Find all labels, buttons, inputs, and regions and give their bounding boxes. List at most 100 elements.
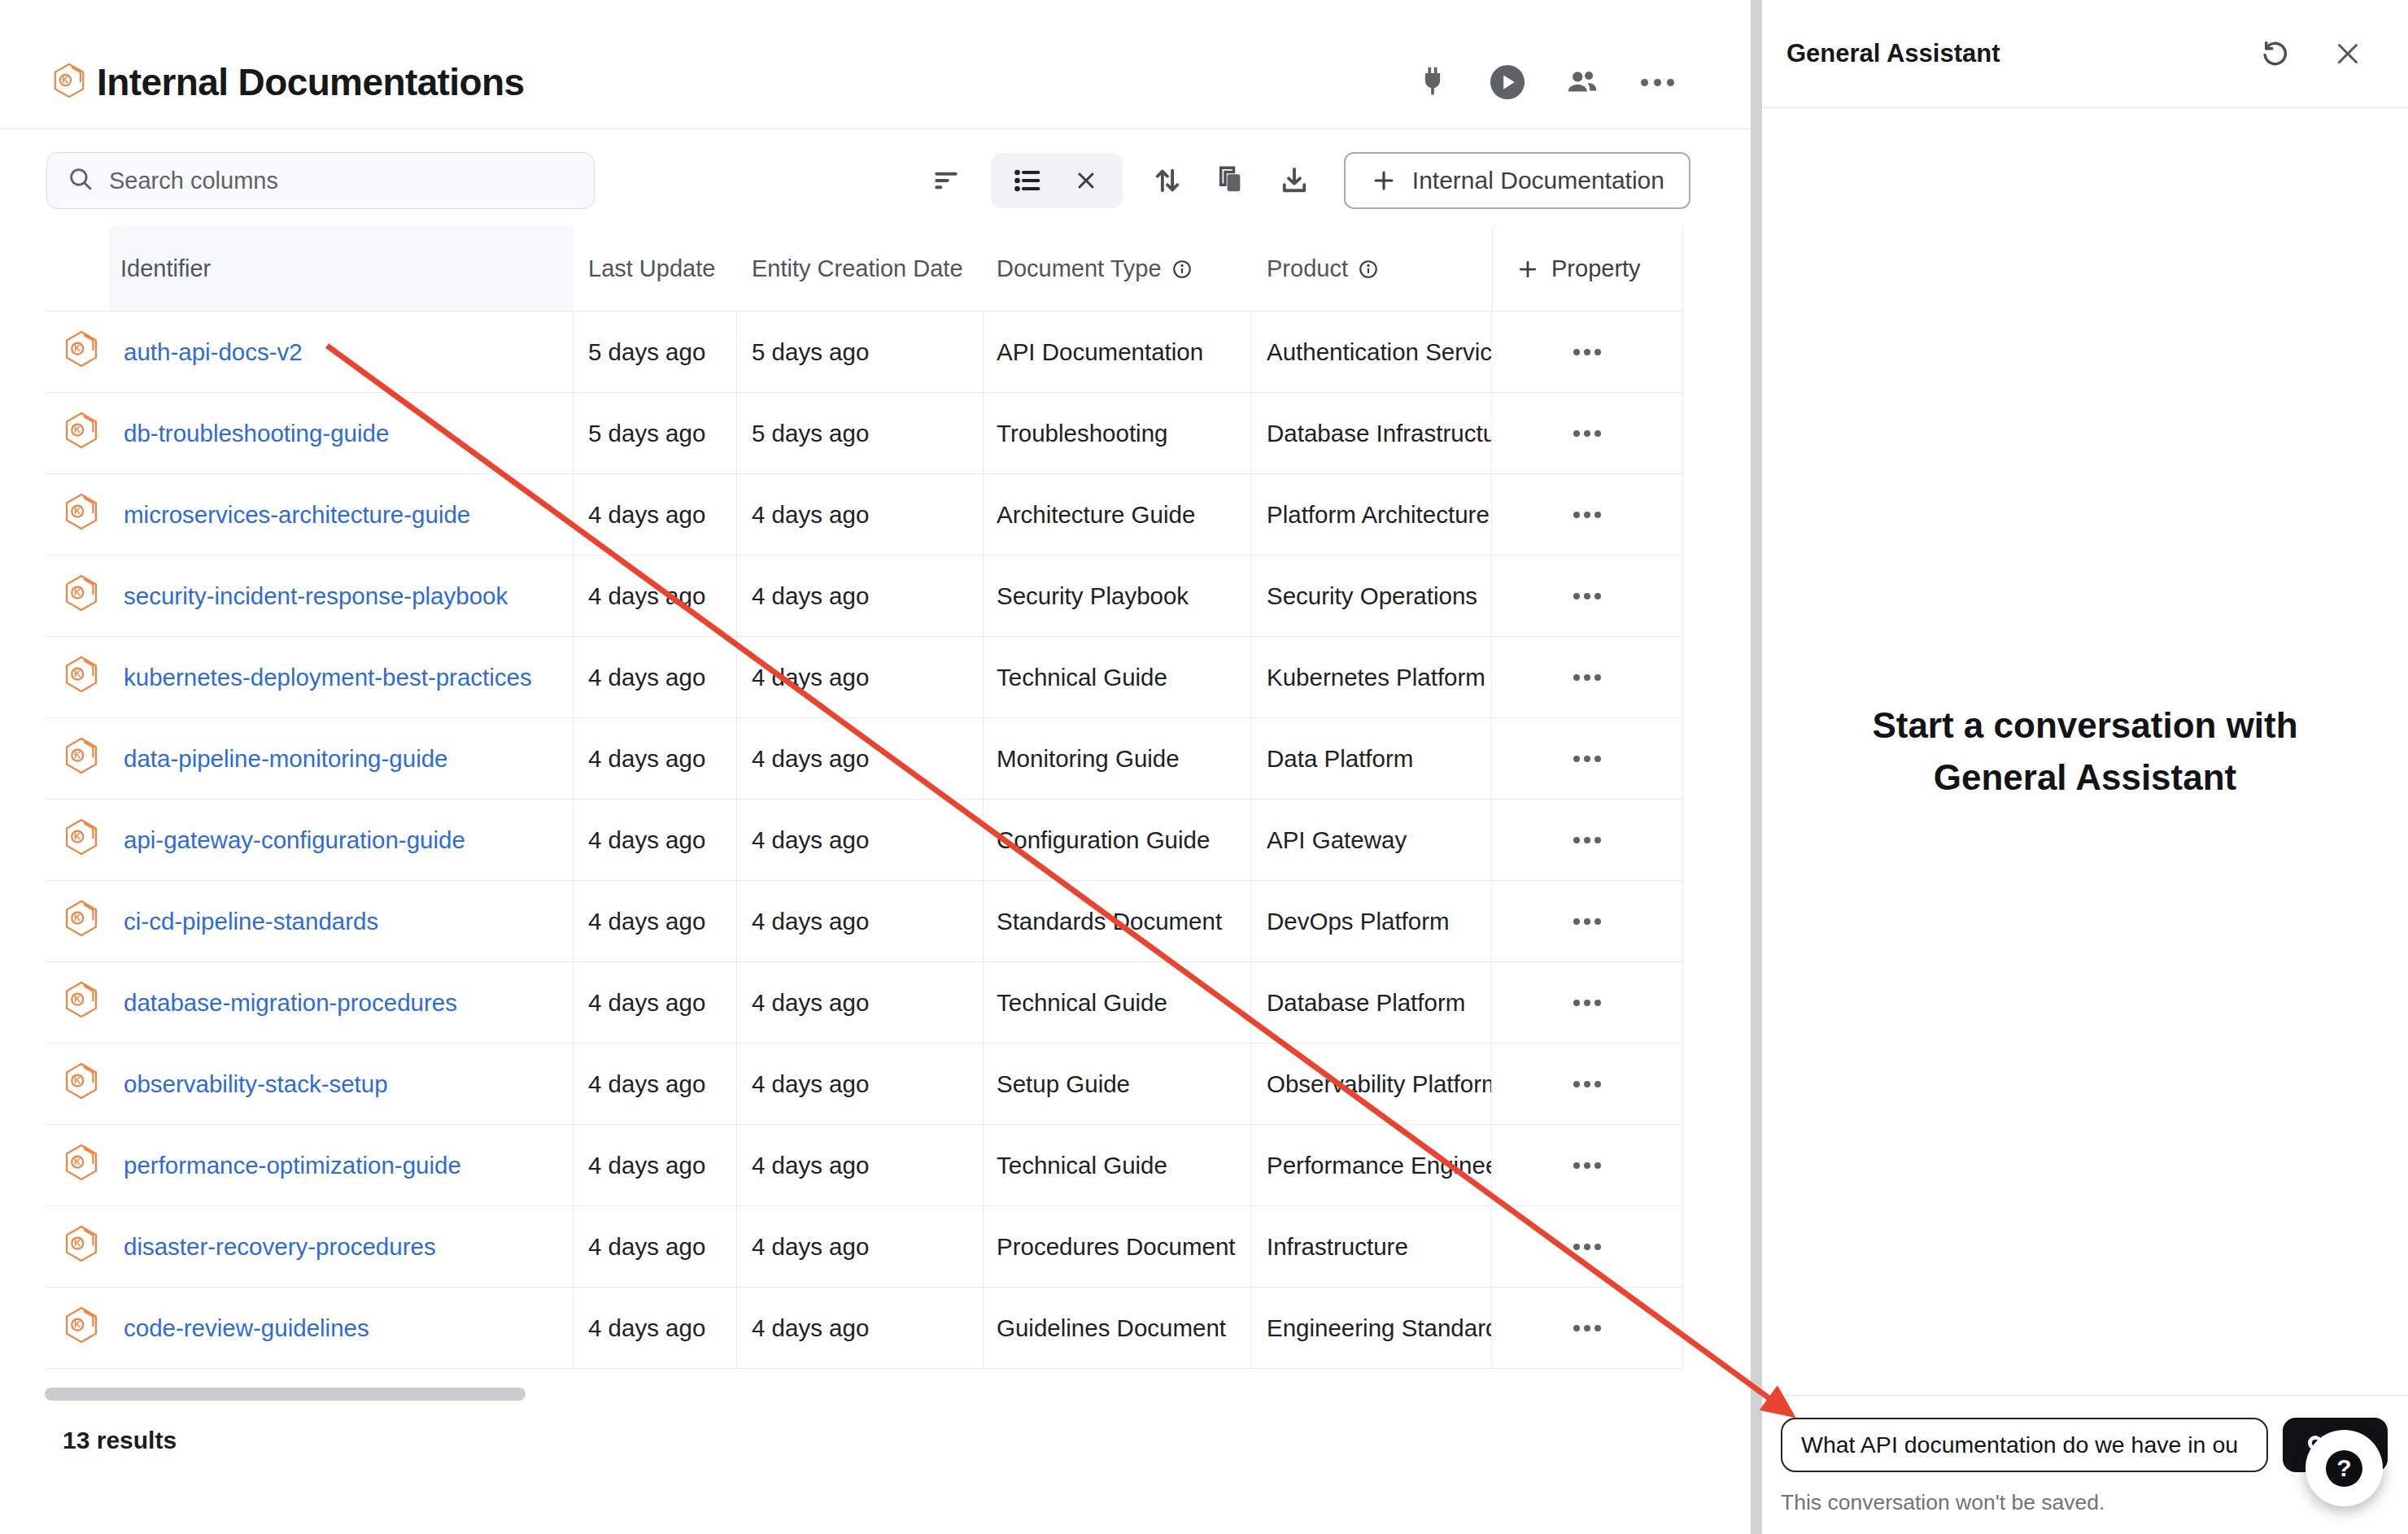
last-update-cell: 4 days ago (574, 1044, 737, 1124)
row-actions-button[interactable] (1492, 962, 1683, 1043)
identifier-link[interactable]: api-gateway-configuration-guide (124, 826, 465, 854)
row-actions-button[interactable] (1492, 1125, 1683, 1205)
add-internal-documentation-button[interactable]: Internal Documentation (1344, 152, 1690, 209)
product-cell: Authentication Service (1251, 312, 1492, 392)
identifier-link[interactable]: code-review-guidelines (124, 1314, 369, 1342)
row-actions-button[interactable] (1492, 1206, 1683, 1287)
identifier-link[interactable]: performance-optimization-guide (124, 1152, 461, 1179)
table-row[interactable]: K kubernetes-deployment-best-practices 4… (45, 637, 1683, 718)
document-type-cell: Monitoring Guide (984, 718, 1251, 799)
table-row[interactable]: K ci-cd-pipeline-standards 4 days ago 4 … (45, 881, 1683, 962)
document-type-cell: API Documentation (984, 312, 1251, 392)
plus-icon (1516, 257, 1540, 281)
row-actions-button[interactable] (1492, 393, 1683, 473)
document-type-cell: Technical Guide (984, 1125, 1251, 1205)
product-cell: Database Platform (1251, 962, 1492, 1043)
custom-asset-icon: K (63, 1305, 99, 1350)
last-update-cell: 5 days ago (574, 312, 737, 392)
last-update-cell: 4 days ago (574, 637, 737, 717)
table-row[interactable]: K disaster-recovery-procedures 4 days ag… (45, 1206, 1683, 1288)
identifier-cell: K disaster-recovery-procedures (45, 1206, 574, 1287)
row-actions-button[interactable] (1492, 474, 1683, 555)
identifier-link[interactable]: db-troubleshooting-guide (124, 420, 389, 447)
document-type-cell: Security Playbook (984, 556, 1251, 636)
assistant-chat-input[interactable] (1781, 1418, 2268, 1472)
product-cell: Engineering Standards (1251, 1288, 1492, 1368)
entity-creation-date-cell: 4 days ago (737, 1206, 984, 1287)
list-view-icon[interactable] (1009, 162, 1046, 199)
identifier-link[interactable]: database-migration-procedures (124, 989, 457, 1017)
column-header-identifier[interactable]: Identifier (109, 227, 574, 311)
copy-icon[interactable] (1212, 162, 1250, 199)
add-property-button[interactable]: Property (1492, 227, 1683, 311)
entity-creation-date-cell: 4 days ago (737, 556, 984, 636)
table-row[interactable]: K database-migration-procedures 4 days a… (45, 962, 1683, 1044)
column-header-product[interactable]: Product (1251, 227, 1492, 311)
page-title: Internal Documentations (97, 60, 525, 104)
table-row[interactable]: K observability-stack-setup 4 days ago 4… (45, 1044, 1683, 1125)
svg-text:K: K (74, 994, 81, 1004)
horizontal-scrollbar[interactable] (45, 1388, 526, 1401)
row-actions-button[interactable] (1492, 556, 1683, 636)
column-header-last-update[interactable]: Last Update (574, 227, 737, 311)
identifier-link[interactable]: disaster-recovery-procedures (124, 1233, 436, 1261)
people-icon[interactable] (1564, 63, 1601, 101)
entity-creation-date-cell: 4 days ago (737, 637, 984, 717)
entity-creation-date-cell: 4 days ago (737, 474, 984, 555)
row-actions-button[interactable] (1492, 312, 1683, 392)
table-row[interactable]: K performance-optimization-guide 4 days … (45, 1125, 1683, 1206)
identifier-link[interactable]: data-pipeline-monitoring-guide (124, 745, 448, 773)
table-row[interactable]: K data-pipeline-monitoring-guide 4 days … (45, 718, 1683, 800)
help-button[interactable]: ? (2305, 1430, 2383, 1506)
identifier-link[interactable]: microservices-architecture-guide (124, 501, 470, 529)
assistant-title: General Assistant (1786, 39, 2258, 68)
table-row[interactable]: K code-review-guidelines 4 days ago 4 da… (45, 1288, 1683, 1369)
table-row[interactable]: K security-incident-response-playbook 4 … (45, 556, 1683, 637)
filter-icon[interactable] (927, 162, 965, 199)
search-columns-box[interactable] (46, 152, 595, 209)
plug-icon[interactable] (1414, 63, 1451, 101)
reset-conversation-icon[interactable] (2258, 37, 2291, 70)
sort-icon[interactable] (1149, 162, 1186, 199)
play-icon[interactable] (1489, 63, 1526, 101)
documents-table: Identifier Last Update Entity Creation D… (45, 227, 1683, 1369)
last-update-cell: 4 days ago (574, 800, 737, 880)
identifier-link[interactable]: security-incident-response-playbook (124, 582, 508, 610)
close-panel-icon[interactable] (2332, 37, 2364, 70)
search-columns-input[interactable] (109, 168, 582, 194)
identifier-link[interactable]: auth-api-docs-v2 (124, 338, 303, 366)
identifier-link[interactable]: kubernetes-deployment-best-practices (124, 664, 532, 691)
identifier-link[interactable]: ci-cd-pipeline-standards (124, 908, 378, 935)
svg-text:K: K (74, 669, 81, 678)
document-type-cell: Configuration Guide (984, 800, 1251, 880)
row-actions-button[interactable] (1492, 1044, 1683, 1124)
entity-creation-date-cell: 4 days ago (737, 962, 984, 1043)
table-row[interactable]: K auth-api-docs-v2 5 days ago 5 days ago… (45, 312, 1683, 393)
custom-asset-icon: K (63, 655, 99, 699)
row-actions-button[interactable] (1492, 800, 1683, 880)
view-switcher (991, 153, 1123, 208)
conversation-disclaimer: This conversation won't be saved. (1781, 1490, 2388, 1515)
row-actions-button[interactable] (1492, 637, 1683, 717)
column-header-document-type[interactable]: Document Type (984, 227, 1251, 311)
table-row[interactable]: K microservices-architecture-guide 4 day… (45, 474, 1683, 556)
row-actions-button[interactable] (1492, 881, 1683, 961)
entity-creation-date-cell: 4 days ago (737, 1288, 984, 1368)
table-row[interactable]: K db-troubleshooting-guide 5 days ago 5 … (45, 393, 1683, 474)
main-area: K Internal Documentations (0, 0, 1751, 1534)
more-options-icon[interactable] (1638, 63, 1676, 101)
custom-asset-icon: K (63, 329, 99, 374)
product-cell: Platform Architecture (1251, 474, 1492, 555)
last-update-cell: 4 days ago (574, 962, 737, 1043)
product-cell: Security Operations (1251, 556, 1492, 636)
download-icon[interactable] (1276, 162, 1313, 199)
row-actions-button[interactable] (1492, 718, 1683, 799)
clear-view-icon[interactable] (1067, 162, 1105, 199)
svg-text:K: K (74, 1319, 81, 1329)
row-actions-button[interactable] (1492, 1288, 1683, 1368)
table-row[interactable]: K api-gateway-configuration-guide 4 days… (45, 800, 1683, 881)
column-header-entity-creation-date[interactable]: Entity Creation Date (737, 227, 984, 311)
identifier-link[interactable]: observability-stack-setup (124, 1070, 388, 1098)
last-update-cell: 4 days ago (574, 556, 737, 636)
svg-text:K: K (74, 425, 81, 434)
